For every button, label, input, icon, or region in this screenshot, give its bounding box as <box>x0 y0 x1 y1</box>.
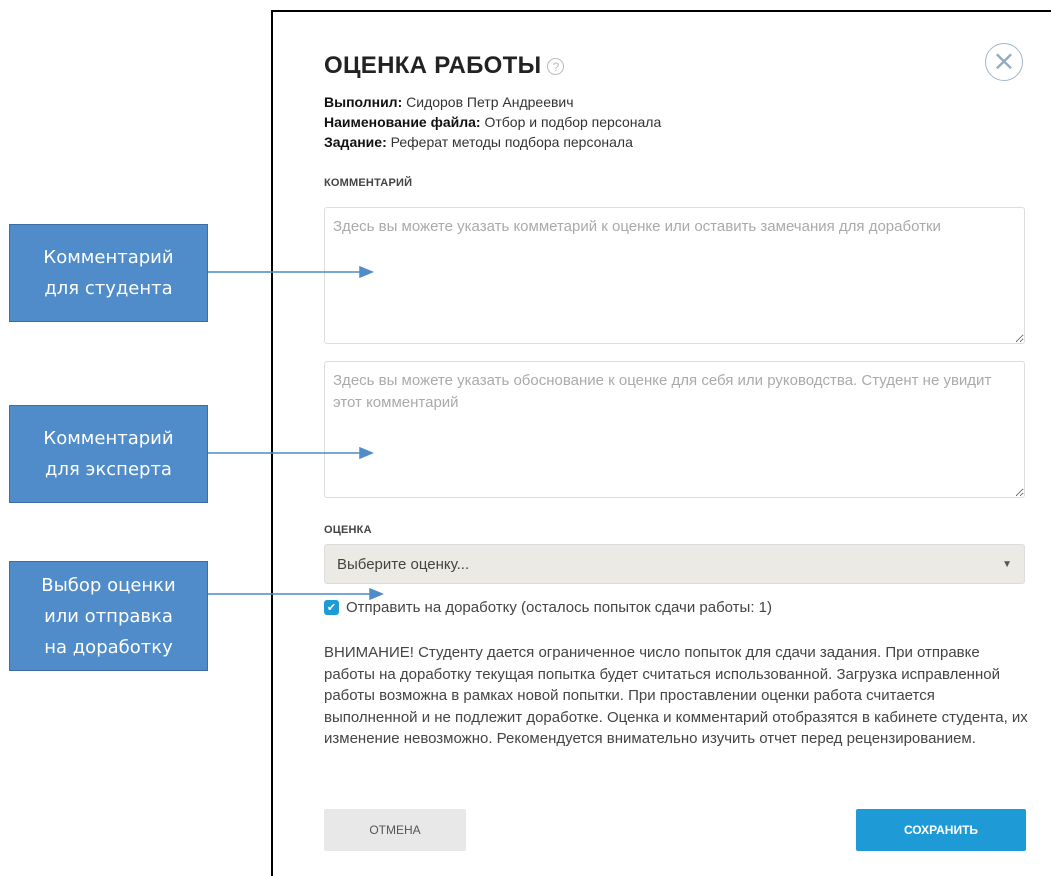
callout-line: Комментарий <box>43 247 174 268</box>
student-comment-field[interactable] <box>324 207 1025 344</box>
chevron-down-icon: ▼ <box>1002 558 1012 570</box>
warning-text: ВНИМАНИЕ! Студенту дается ограниченное ч… <box>324 644 1028 747</box>
callout-line: Комментарий <box>43 428 174 449</box>
callout-line: для студента <box>44 278 173 299</box>
grade-section-label: ОЦЕНКА <box>324 524 372 536</box>
work-info: Выполнил: Сидоров Петр Андреевич Наимено… <box>324 92 661 152</box>
grade-select-value: Выберите оценку... <box>337 555 470 573</box>
grade-work-dialog: ОЦЕНКА РАБОТЫ ? × Выполнил: Сидоров Петр… <box>271 10 1051 876</box>
callout-grade: Выбор оценки или отправка на доработку <box>9 561 208 671</box>
save-button[interactable]: СОХРАНИТЬ <box>856 809 1026 851</box>
file-row: Наименование файла: Отбор и подбор персо… <box>324 112 661 132</box>
callout-line: или отправка <box>44 605 173 627</box>
performer-value: Сидоров Петр Андреевич <box>402 94 574 110</box>
revision-option[interactable]: ✔ Отправить на доработку (осталось попыт… <box>324 599 772 616</box>
callout-line: Выбор оценки <box>41 574 176 596</box>
cancel-button[interactable]: ОТМЕНА <box>324 809 466 851</box>
dialog-title: ОЦЕНКА РАБОТЫ <box>324 52 542 79</box>
expert-comment-field[interactable] <box>324 361 1025 498</box>
revision-label: Отправить на доработку (осталось попыток… <box>346 599 772 616</box>
callout-line: на доработку <box>44 636 173 658</box>
task-label: Задание: <box>324 134 387 150</box>
callout-student-comment: Комментарий для студента <box>9 224 208 322</box>
callout-expert-comment: Комментарий для эксперта <box>9 405 208 503</box>
callout-line: для эксперта <box>45 459 172 480</box>
help-icon[interactable]: ? <box>547 57 565 75</box>
comment-section-label: КОММЕНТАРИЙ <box>324 177 413 189</box>
grade-select[interactable]: Выберите оценку... ▼ <box>324 544 1025 584</box>
dialog-header: ОЦЕНКА РАБОТЫ ? <box>324 52 565 80</box>
file-label: Наименование файла: <box>324 114 481 130</box>
performer-row: Выполнил: Сидоров Петр Андреевич <box>324 92 661 112</box>
revision-checkbox[interactable]: ✔ <box>324 600 339 615</box>
task-row: Задание: Реферат методы подбора персонал… <box>324 132 661 152</box>
task-value: Реферат методы подбора персонала <box>386 134 633 150</box>
performer-label: Выполнил: <box>324 94 403 110</box>
close-icon[interactable]: × <box>985 43 1023 81</box>
file-value: Отбор и подбор персонала <box>480 114 662 130</box>
